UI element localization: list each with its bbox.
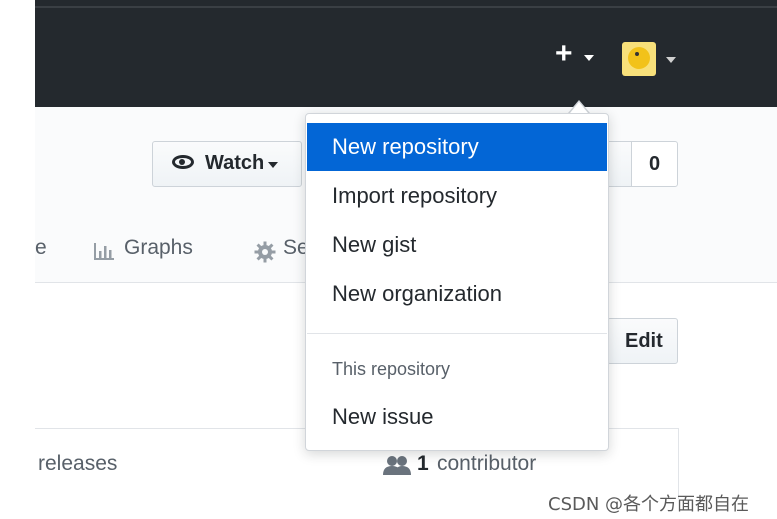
- avatar[interactable]: [622, 42, 656, 76]
- menu-item-new-organization[interactable]: New organization: [307, 270, 607, 318]
- edit-button[interactable]: Edit: [607, 318, 678, 364]
- menu-item-new-repository[interactable]: New repository: [307, 123, 607, 171]
- fork-count[interactable]: 0: [631, 141, 678, 187]
- avatar-eye: [635, 52, 639, 56]
- plus-icon[interactable]: +: [555, 39, 579, 69]
- watch-chevron-down-icon[interactable]: [268, 162, 278, 168]
- edit-label: Edit: [625, 330, 663, 352]
- tab-graphs[interactable]: Graphs: [124, 236, 193, 260]
- create-new-dropdown: New repository Import repository New gis…: [305, 113, 609, 451]
- menu-section-header: This repository: [332, 359, 451, 379]
- releases-link[interactable]: releases: [38, 452, 117, 476]
- contributor-count[interactable]: 1: [417, 452, 429, 476]
- graphs-icon: [94, 243, 114, 260]
- watermark: CSDN @各个方面都自在: [548, 494, 750, 515]
- tab-partial[interactable]: e: [35, 236, 47, 260]
- avatar-chevron-down-icon[interactable]: [666, 57, 676, 63]
- top-divider: [35, 6, 777, 8]
- chevron-down-icon[interactable]: [584, 55, 594, 61]
- watch-button[interactable]: Watch: [152, 141, 302, 187]
- people-icon: [383, 456, 411, 475]
- menu-item-new-gist[interactable]: New gist: [307, 221, 607, 269]
- dropdown-arrow-inner: [570, 102, 588, 113]
- top-navigation-bar: [35, 0, 777, 107]
- contributor-label[interactable]: contributor: [437, 452, 536, 476]
- gear-icon: [254, 241, 276, 263]
- watch-label: Watch: [205, 152, 265, 174]
- menu-divider: [307, 333, 607, 334]
- avatar-face: [628, 47, 650, 69]
- menu-item-import-repository[interactable]: Import repository: [307, 172, 607, 220]
- eye-icon: [172, 155, 194, 169]
- menu-item-new-issue[interactable]: New issue: [307, 393, 607, 441]
